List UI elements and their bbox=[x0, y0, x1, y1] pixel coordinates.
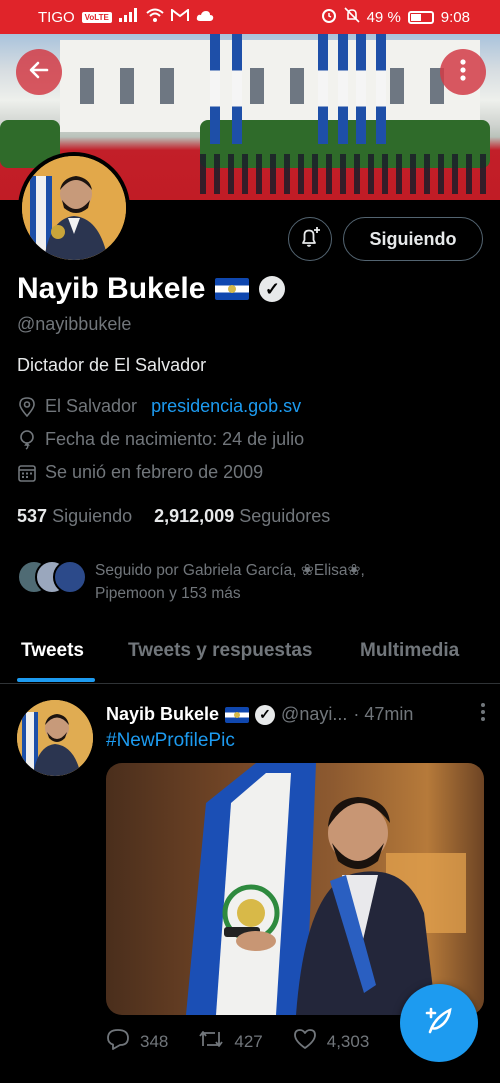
joined-row: Se unió en febrero de 2009 bbox=[17, 462, 263, 483]
verified-badge-icon: ✓ bbox=[259, 276, 286, 302]
volte-badge: VoLTE bbox=[81, 11, 112, 23]
notifications-button[interactable] bbox=[288, 217, 332, 261]
profile-tabs: Tweets Tweets y respuestas Multimedia bbox=[0, 628, 500, 684]
heart-icon bbox=[293, 1028, 317, 1055]
tweet-more-icon[interactable] bbox=[480, 702, 486, 727]
tweet-media-image[interactable] bbox=[106, 763, 484, 1015]
following-button[interactable]: Siguiendo bbox=[343, 217, 483, 261]
followed-by-line-2: Pipemoon y 153 más bbox=[95, 585, 241, 602]
el-salvador-flag-icon bbox=[215, 278, 250, 300]
verified-badge-icon: ✓ bbox=[255, 704, 276, 725]
alarm-icon bbox=[321, 7, 337, 27]
tab-media[interactable]: Multimedia bbox=[360, 640, 459, 662]
balloon-icon bbox=[17, 429, 37, 450]
profile-name: Nayib Bukele bbox=[17, 272, 206, 305]
avatar bbox=[53, 560, 87, 594]
bell-plus-icon bbox=[298, 225, 322, 254]
profile-joined: Se unió en febrero de 2009 bbox=[45, 462, 264, 482]
followed-by-line-1: Seguido por Gabriela García, ❀Elisa❀, bbox=[95, 562, 365, 579]
tweet-time: · 47min bbox=[353, 704, 414, 724]
status-bar: TIGO VoLTE 49 % 9:08 bbox=[0, 0, 500, 34]
status-time: 9:08 bbox=[440, 8, 470, 26]
wifi-icon bbox=[146, 8, 164, 26]
like-button[interactable]: 4,303 bbox=[293, 1028, 370, 1055]
battery-icon bbox=[407, 10, 434, 24]
reply-button[interactable]: 348 bbox=[106, 1028, 168, 1055]
followers-stat[interactable]: 2,912,009 Seguidores bbox=[154, 506, 330, 527]
active-tab-indicator bbox=[17, 678, 95, 682]
follow-stats: 537 Siguiendo 2,912,009 Seguidores bbox=[17, 506, 330, 527]
like-count: 4,303 bbox=[326, 1031, 370, 1051]
tab-tweets[interactable]: Tweets bbox=[21, 640, 84, 662]
profile-birthday: Fecha de nacimiento: 24 de julio bbox=[45, 429, 305, 449]
tweet-avatar[interactable] bbox=[17, 700, 93, 776]
gmail-icon bbox=[170, 7, 189, 26]
following-stat[interactable]: 537 Siguiendo bbox=[17, 506, 132, 527]
location-row: El Salvador presidencia.gob.sv bbox=[17, 396, 301, 417]
calendar-icon bbox=[17, 464, 37, 482]
tweet-header: Nayib Bukele ✓ @nayi... · 47min bbox=[106, 702, 486, 727]
cloud-icon bbox=[196, 9, 214, 26]
location-pin-icon bbox=[17, 396, 37, 417]
battery-percent: 49 % bbox=[366, 8, 401, 26]
tweet-hashtag[interactable]: #NewProfilePic bbox=[106, 730, 235, 752]
back-button[interactable] bbox=[16, 49, 62, 95]
compose-tweet-button[interactable] bbox=[400, 984, 478, 1062]
arrow-left-icon bbox=[27, 58, 51, 87]
followed-by-avatars bbox=[17, 560, 87, 594]
signal-icon bbox=[118, 8, 139, 26]
tab-tweets-replies[interactable]: Tweets y respuestas bbox=[128, 640, 312, 662]
banner-building bbox=[60, 40, 480, 132]
reply-icon bbox=[106, 1028, 130, 1055]
mute-icon bbox=[344, 7, 360, 27]
profile-website-link[interactable]: presidencia.gob.sv bbox=[151, 396, 301, 417]
profile-avatar[interactable] bbox=[18, 152, 130, 264]
retweet-count: 427 bbox=[234, 1031, 263, 1051]
reply-count: 348 bbox=[140, 1031, 169, 1051]
more-vertical-icon bbox=[460, 58, 466, 86]
retweet-button[interactable]: 427 bbox=[198, 1028, 263, 1055]
followed-by[interactable]: Seguido por Gabriela García, ❀Elisa❀, Pi… bbox=[17, 560, 365, 605]
feather-plus-icon bbox=[421, 1003, 457, 1044]
tweet-actions: 348 427 4,303 bbox=[106, 1028, 369, 1055]
tweet-author-handle: @nayi... bbox=[281, 704, 348, 724]
el-salvador-flag-icon bbox=[225, 706, 250, 723]
profile-handle: @nayibbukele bbox=[17, 314, 132, 334]
profile-location: El Salvador bbox=[45, 396, 138, 416]
tweet-author-name[interactable]: Nayib Bukele bbox=[106, 704, 219, 725]
more-options-button[interactable] bbox=[440, 49, 486, 95]
birthday-row: Fecha de nacimiento: 24 de julio bbox=[17, 429, 304, 450]
carrier-label: TIGO bbox=[38, 8, 75, 26]
profile-bio: Dictador de El Salvador bbox=[17, 355, 207, 375]
profile-name-row: Nayib Bukele ✓ bbox=[17, 272, 286, 306]
retweet-icon bbox=[198, 1028, 224, 1055]
